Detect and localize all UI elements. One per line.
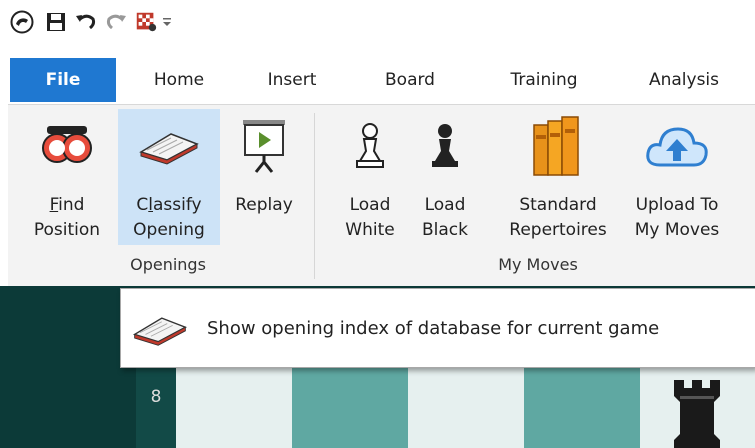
black-rook-icon[interactable] xyxy=(668,376,726,448)
load-white-label: Load White xyxy=(345,195,395,240)
standard-repertoires-label: Standard Repertoires xyxy=(509,195,607,240)
group-separator xyxy=(314,113,315,279)
openings-group-label: Openings xyxy=(130,255,206,274)
cloud-upload-icon xyxy=(622,115,732,177)
save-icon[interactable] xyxy=(44,10,68,34)
replay-icon xyxy=(226,115,302,177)
standard-repertoires-button[interactable]: Standard Repertoires xyxy=(494,109,622,245)
book-icon xyxy=(118,115,220,177)
classify-opening-button[interactable]: Classify Opening xyxy=(118,109,220,245)
load-white-button[interactable]: Load White xyxy=(336,109,404,245)
tab-insert-label: Insert xyxy=(267,70,317,90)
replay-button[interactable]: Replay xyxy=(226,109,302,245)
replay-label: Replay xyxy=(235,195,293,215)
upload-to-my-moves-button[interactable]: Upload To My Moves xyxy=(622,109,732,245)
tooltip-text: Show opening index of database for curre… xyxy=(207,317,660,339)
tab-home[interactable]: Home xyxy=(120,56,238,104)
books-icon xyxy=(494,115,622,177)
tab-board[interactable]: Board xyxy=(346,56,474,104)
undo-icon[interactable] xyxy=(74,10,98,34)
dropdown-icon[interactable] xyxy=(160,10,174,34)
tab-file[interactable]: File xyxy=(10,58,116,102)
find-position-button[interactable]: Find Position xyxy=(28,109,106,245)
opening-tooltip: Show opening index of database for curre… xyxy=(120,288,755,368)
quick-access-toolbar xyxy=(0,0,755,56)
book-icon xyxy=(129,307,191,351)
my-moves-group-label: My Moves xyxy=(498,255,578,274)
tab-training-label: Training xyxy=(510,70,578,90)
customize-icon[interactable] xyxy=(134,10,158,34)
ribbon-panel: Find Position Classify Opening Replay Op… xyxy=(8,104,755,288)
classify-opening-label: Classify Opening xyxy=(133,195,205,240)
tab-board-label: Board xyxy=(385,70,435,90)
find-position-label: Find Position xyxy=(33,195,101,240)
tab-insert[interactable]: Insert xyxy=(238,56,346,104)
find-position-icon xyxy=(28,115,106,177)
black-pawn-icon xyxy=(414,115,476,177)
load-black-button[interactable]: Load Black xyxy=(414,109,476,245)
white-pawn-icon xyxy=(336,115,404,177)
tab-analysis-label: Analysis xyxy=(648,70,720,90)
upload-to-my-moves-label: Upload To My Moves xyxy=(634,195,720,240)
app-logo-icon[interactable] xyxy=(10,10,34,34)
ribbon-tab-bar: File Home Insert Board Training Analysis xyxy=(0,56,755,104)
load-black-label: Load Black xyxy=(422,195,468,240)
redo-icon[interactable] xyxy=(104,10,128,34)
tab-analysis[interactable]: Analysis xyxy=(614,56,754,104)
tab-training[interactable]: Training xyxy=(474,56,614,104)
tab-home-label: Home xyxy=(153,70,205,90)
tab-file-label: File xyxy=(45,70,81,90)
